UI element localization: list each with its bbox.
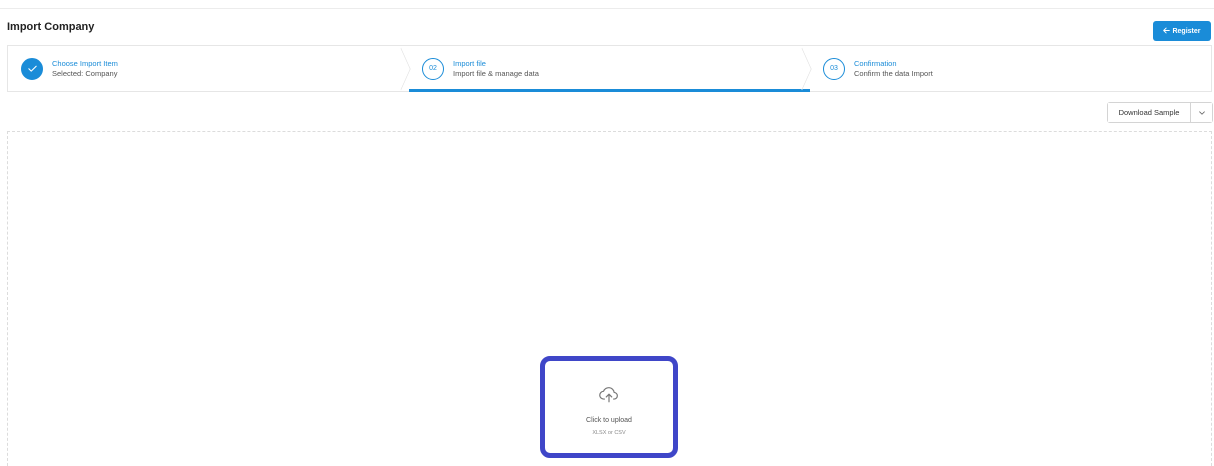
step-subtitle: Selected: Company	[52, 68, 118, 78]
step-divider	[792, 47, 812, 91]
upload-hint: XLSX or CSV	[592, 430, 626, 436]
step-title: Import file	[453, 58, 486, 68]
step-divider	[391, 47, 411, 91]
upload-button[interactable]: Click to upload XLSX or CSV	[540, 356, 678, 458]
page-header: Import Company Register	[0, 8, 1214, 45]
arrow-left-icon	[1163, 27, 1171, 36]
register-button-label: Register	[1172, 27, 1201, 35]
register-button[interactable]: Register	[1153, 21, 1211, 41]
upload-label: Click to upload	[586, 417, 632, 424]
download-sample-group: Download Sample	[1107, 102, 1213, 123]
step-choose-import-item[interactable]: Choose Import Item Selected: Company	[8, 46, 411, 91]
step-import-file[interactable]: 02 Import file Import file & manage data	[409, 46, 812, 92]
chevron-down-icon	[1198, 105, 1206, 120]
step-title: Choose Import Item	[52, 58, 118, 68]
page-title: Import Company	[7, 21, 95, 33]
download-sample-button[interactable]: Download Sample	[1108, 103, 1191, 122]
step-number: 03	[823, 57, 845, 80]
step-number: 02	[422, 57, 444, 80]
import-company-page: Import Company Register Choose Import It…	[0, 0, 1214, 466]
step-subtitle: Import file & manage data	[453, 68, 539, 78]
import-stepper: Choose Import Item Selected: Company 02 …	[7, 45, 1212, 92]
cloud-upload-icon	[598, 383, 620, 410]
step-title: Confirmation	[854, 58, 897, 68]
download-options-toggle[interactable]	[1191, 103, 1212, 122]
step-confirmation[interactable]: 03 Confirmation Confirm the data Import	[810, 46, 1211, 91]
step-check-icon	[21, 57, 43, 80]
step-subtitle: Confirm the data Import	[854, 68, 933, 78]
